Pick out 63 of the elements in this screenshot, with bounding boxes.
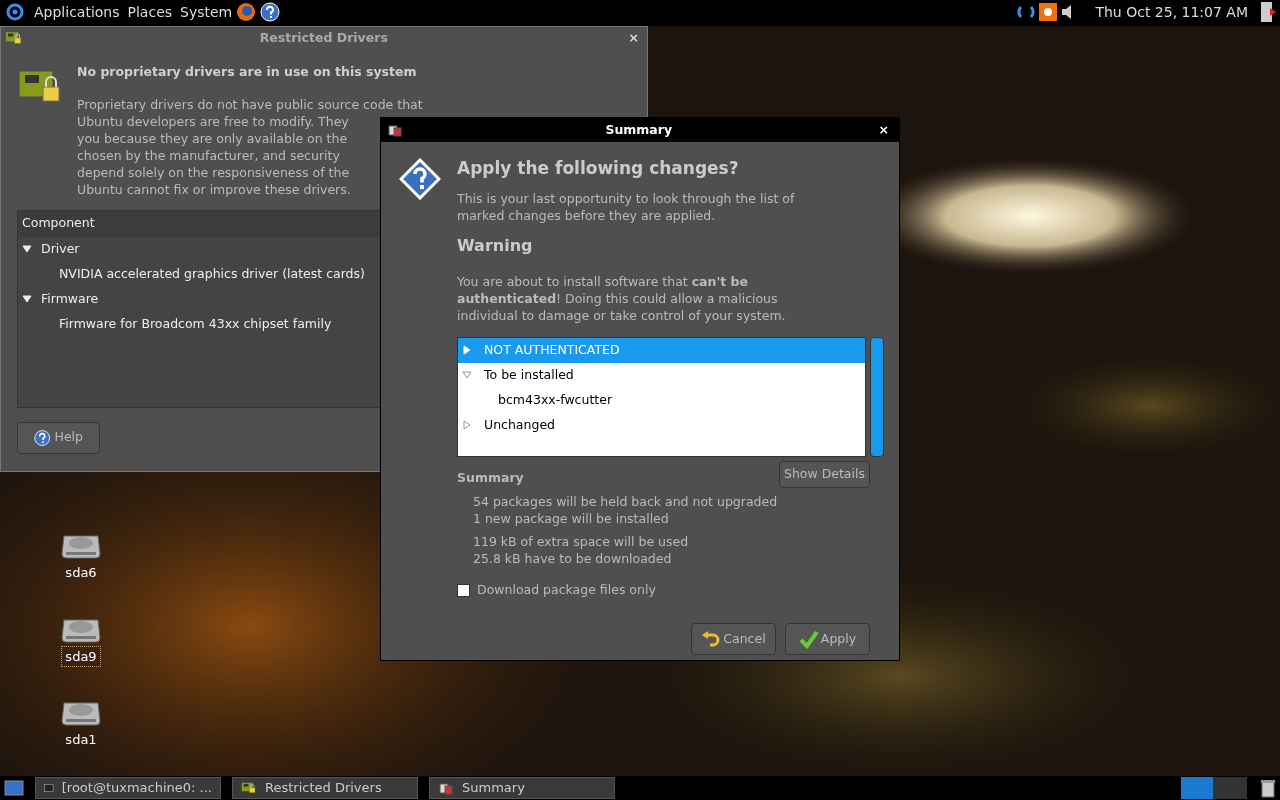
question-icon [399, 158, 441, 200]
list-row[interactable]: To be installed [458, 362, 865, 388]
warning-text: You are about to install software that can't be authenticated! Doing this could allow a malicious individual to damage or take control of your system. [457, 272, 787, 324]
expander-down-icon[interactable] [22, 294, 32, 305]
apply-button[interactable]: Apply [785, 623, 870, 655]
cancel-button[interactable]: Cancel [691, 623, 776, 655]
summary-line: 25.8 kB have to be downloaded [473, 550, 673, 568]
help-icon [260, 2, 281, 22]
description-line: Proprietary drivers do not have public source code that [77, 95, 423, 113]
summary-line: 54 packages will be held back and not upgraded [473, 493, 779, 511]
description-line: Ubuntu cannot fix or improve these drivers. [77, 180, 351, 198]
window-title: Restricted Drivers [258, 28, 389, 47]
panel-menu[interactable]: System [180, 1, 233, 23]
description-line: you because they are only available on the [77, 129, 348, 147]
taskbar-button[interactable]: [root@tuxmachine0: ... [35, 777, 221, 799]
heading: No proprietary drivers are in use on this system [77, 63, 418, 81]
summary-line: 1 new package will be installed [473, 510, 670, 528]
panel-menu[interactable]: Applications [34, 1, 120, 23]
logo-icon[interactable] [4, 1, 26, 23]
list-item[interactable]: bcm43xx-fwcutter [498, 390, 613, 410]
window-title: Summary [604, 120, 674, 139]
help-button[interactable]: Help [17, 421, 100, 454]
desktop-icon-label[interactable]: sda1 [61, 729, 101, 751]
undo-icon [701, 629, 722, 649]
circuit-board-lock-icon [241, 780, 257, 796]
show-details-button[interactable]: Show Details [778, 460, 870, 488]
checkbox-label[interactable]: Download package files only [477, 581, 656, 600]
tree-item[interactable]: Firmware for Broadcom 43xx chipset family [59, 314, 332, 334]
workspace-switcher[interactable] [1181, 777, 1247, 799]
help-icon [34, 428, 51, 447]
list-row[interactable]: Unchanged [458, 412, 865, 438]
summary-line: 119 kB of extra space will be used [473, 533, 690, 551]
update-icon[interactable] [1039, 3, 1058, 21]
package-icon [438, 780, 454, 796]
checkmark-icon [798, 629, 819, 649]
panel-menu[interactable]: Places [127, 1, 173, 23]
warning-heading: Warning [457, 234, 534, 257]
desktop-icon-label[interactable]: sda9 [61, 645, 101, 667]
heading: Apply the following changes? [457, 157, 740, 180]
close-button[interactable]: × [624, 28, 643, 48]
globe-icon[interactable] [236, 2, 257, 22]
summary-heading: Summary [457, 468, 525, 487]
show-desktop-icon[interactable] [4, 779, 24, 797]
terminal-icon [44, 781, 54, 795]
close-button[interactable]: × [874, 120, 893, 140]
tree-item[interactable]: Driver [41, 239, 80, 259]
clock[interactable]: Thu Oct 25, 11:07 AM [1095, 1, 1248, 23]
desktop-icon-label[interactable]: sda6 [61, 562, 101, 584]
package-icon [387, 122, 403, 138]
checkbox[interactable] [457, 584, 470, 598]
tree-item[interactable]: Firmware [41, 289, 99, 309]
logout-icon[interactable] [1260, 1, 1276, 23]
taskbar-button[interactable]: Summary [429, 777, 615, 799]
circuit-board-lock-icon [5, 29, 23, 47]
trash-icon[interactable] [1260, 778, 1276, 798]
sync-icon[interactable] [1017, 3, 1036, 21]
scrollbar[interactable] [870, 336, 884, 457]
description-line: Ubuntu developers are free to modify. They [77, 112, 349, 130]
expander-down-icon[interactable] [22, 244, 32, 255]
description-line: chosen by the manufacturer, and security [77, 146, 340, 164]
description-line: depend solely on the responsiveness of the [77, 163, 350, 181]
taskbar-button[interactable]: Restricted Drivers [232, 777, 418, 799]
tree-item[interactable]: NVIDIA accelerated graphics driver (latest cards) [59, 264, 365, 284]
